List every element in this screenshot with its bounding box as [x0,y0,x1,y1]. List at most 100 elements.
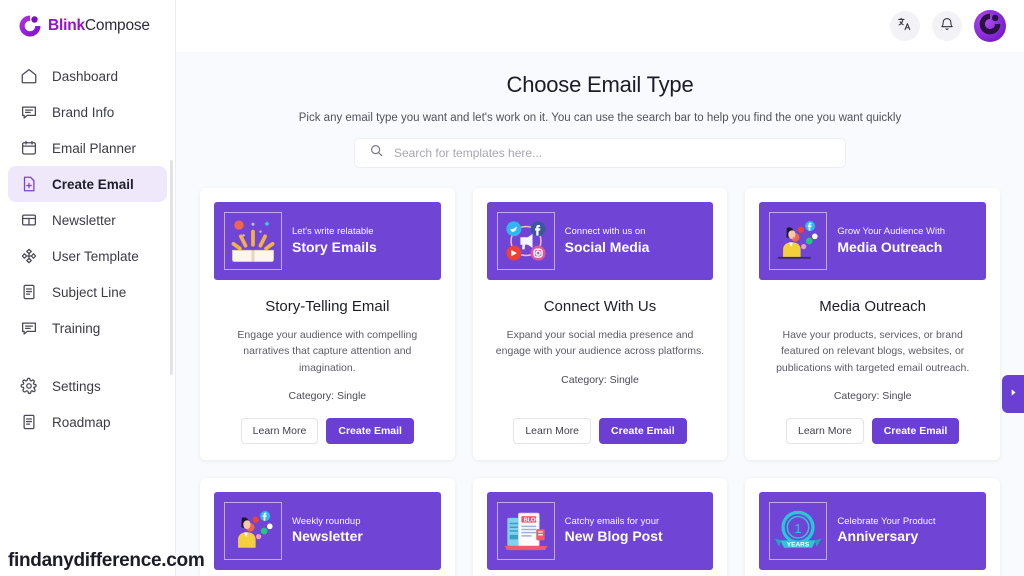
sidebar-item-dashboard[interactable]: Dashboard [8,58,167,94]
page-title: Choose Email Type [506,72,694,97]
sidebar-item-create-email[interactable]: Create Email [8,166,167,202]
layout-icon [20,211,38,229]
banner-line1: Grow Your Audience With [837,225,946,237]
sidebar-item-label: Training [52,320,101,336]
blink-compose-c-logo-icon: C [18,14,42,38]
create-email-button[interactable]: Create Email [326,417,414,444]
card-description: Expand your social media presence and en… [495,329,705,358]
expand-right-arrow-icon [1008,385,1019,403]
card-actions: Learn More Create Email [759,402,986,444]
learn-more-button[interactable]: Learn More [786,417,864,444]
card-banner: 1 YEARS Celebrate Your Product Anniversa… [759,491,986,570]
template-card-media-outreach[interactable]: Grow Your Audience With Media Outreach M… [745,188,1000,460]
sidebar-scrollbar[interactable] [170,160,173,375]
sidebar-item-label: Email Planner [52,140,137,156]
card-banner-text: Let's write relatable Story Emails [292,226,377,256]
learn-more-button[interactable]: Learn More [240,417,319,444]
template-card-newsletter[interactable]: Weekly roundup Newsletter [200,477,455,576]
svg-text:C: C [27,22,34,33]
card-banner: Weekly roundup Newsletter [214,491,441,570]
brand-name: BlinkCompose [48,17,150,35]
social-network-icon [496,212,555,270]
svg-text:1: 1 [795,521,802,536]
card-category: Category: Single [561,373,639,386]
language-button[interactable] [890,11,920,41]
card-title: Story-Telling Email [265,298,390,315]
sidebar-item-label: Newsletter [52,212,116,228]
banner-line2: Story Emails [292,238,377,255]
template-grid-row2: Weekly roundup Newsletter BLOG Catchy em… [200,477,1000,576]
sidebar-item-label: User Template [52,248,139,264]
notifications-button[interactable] [932,11,962,41]
card-title: Media Outreach [819,298,927,315]
sidebar-item-newsletter[interactable]: Newsletter [8,202,167,238]
banner-line1: Connect with us on [564,225,646,237]
card-banner-text: Connect with us on Social Media [565,226,650,256]
gear-icon [20,377,38,395]
home-icon [20,67,38,85]
card-description: Have your products, services, or brand f… [776,329,970,374]
sidebar-item-label: Subject Line [52,284,127,300]
sidebar-item-label: Dashboard [52,68,119,84]
search-bar[interactable] [354,138,846,168]
sidebar-item-roadmap[interactable]: Roadmap [8,404,167,440]
template-card-connect-with-us[interactable]: Connect with us on Social Media Connect … [472,188,728,460]
sidebar-item-brand-info[interactable]: Brand Info [8,94,167,130]
sidebar-item-email-planner[interactable]: Email Planner [8,130,167,166]
create-email-button[interactable]: Create Email [871,417,960,444]
calendar-icon [20,139,38,157]
bell-icon [939,16,955,37]
banner-line2: New Blog Post [564,528,663,545]
card-banner-text: Catchy emails for your New Blog Post [565,516,663,546]
banner-line2: Social Media [564,238,650,255]
document-icon [20,283,38,301]
chat-icon [20,319,38,337]
banner-line1: Catchy emails for your [564,515,660,527]
card-banner: Connect with us on Social Media [486,202,714,280]
topbar [176,0,1024,52]
brand-logo[interactable]: C BlinkCompose [0,0,175,52]
list-document-icon [20,413,38,431]
sidebar-item-settings[interactable]: Settings [8,368,167,404]
sidebar-item-label: Settings [52,378,101,394]
search-input[interactable] [394,146,831,160]
banner-line2: Media Outreach [837,238,943,255]
banner-line1: Let's write relatable [292,225,374,237]
brand-name-bold: Blink [48,17,85,34]
avatar[interactable] [974,10,1006,42]
template-card-anniversary[interactable]: 1 YEARS Celebrate Your Product Anniversa… [745,477,1000,576]
expand-panel-tab[interactable] [1002,375,1024,413]
card-category: Category: Single [833,389,912,402]
megaphone-person-icon [769,212,828,270]
sidebar-item-label: Brand Info [52,104,115,120]
card-description: Engage your audience with compelling nar… [237,329,418,374]
banner-line1: Celebrate Your Product [837,515,936,527]
card-banner: BLOG Catchy emails for your New Blog Pos… [486,491,714,570]
banner-line2: Newsletter [292,528,363,545]
search-icon [369,143,384,163]
template-card-new-blog-post[interactable]: BLOG Catchy emails for your New Blog Pos… [472,477,728,576]
card-banner: Let's write relatable Story Emails [214,202,441,280]
card-banner: Grow Your Audience With Media Outreach [759,202,986,280]
create-email-button[interactable]: Create Email [599,417,687,444]
card-banner-text: Weekly roundup Newsletter [292,516,363,546]
sidebar-item-subject-line[interactable]: Subject Line [8,274,167,310]
megaphone-person-icon [224,501,282,560]
learn-more-button[interactable]: Learn More [513,417,592,444]
open-book-icon [224,212,282,270]
card-actions: Learn More Create Email [487,402,714,444]
card-category: Category: Single [288,389,367,402]
translate-icon [897,16,913,37]
sidebar-item-user-template[interactable]: User Template [8,238,167,274]
content-area: Choose Email Type Pick any email type yo… [176,52,1024,576]
card-banner-text: Grow Your Audience With Media Outreach [837,226,945,256]
template-card-story-telling-email[interactable]: Let's write relatable Story Emails Story… [200,188,455,460]
card-banner-text: Celebrate Your Product Anniversary [837,516,935,546]
sidebar-item-training[interactable]: Training [8,310,167,346]
anniversary-badge-icon: 1 YEARS [769,501,828,560]
card-actions: Learn More Create Email [214,402,441,444]
card-title: Connect With Us [543,298,657,315]
page-subtitle: Pick any email type you want and let's w… [298,112,902,124]
template-grid-row1: Let's write relatable Story Emails Story… [200,188,1000,460]
